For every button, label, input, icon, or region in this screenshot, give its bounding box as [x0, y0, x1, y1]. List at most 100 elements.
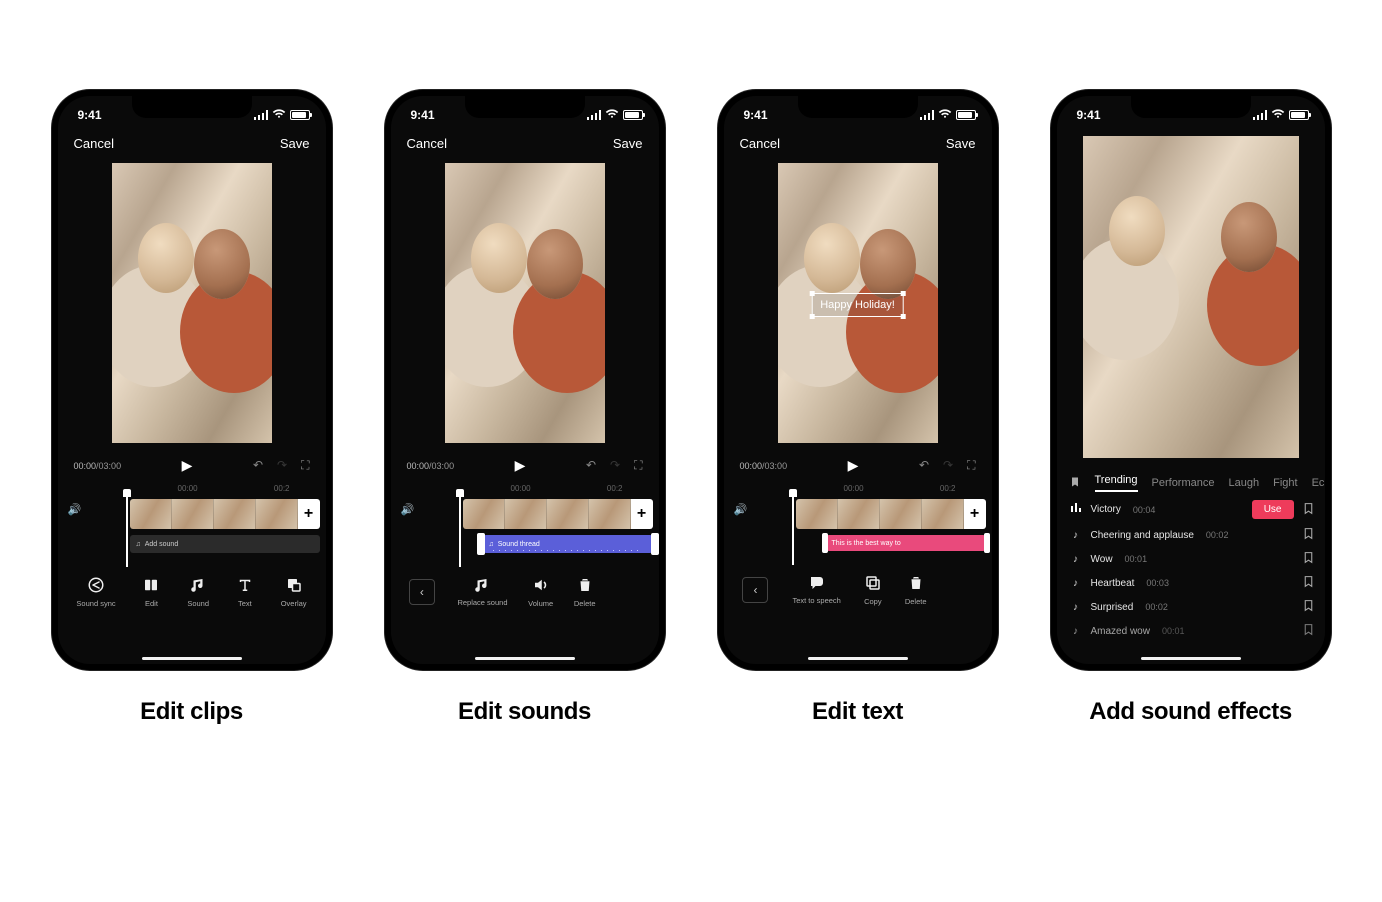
trash-icon	[575, 575, 595, 595]
redo-button[interactable]: ↷	[610, 458, 620, 473]
tool-sound[interactable]: Sound	[187, 575, 209, 608]
bookmark-filter-icon[interactable]	[1069, 476, 1081, 491]
tool-overlay[interactable]: Overlay	[281, 575, 307, 608]
bookmark-icon[interactable]	[1302, 502, 1315, 518]
clip-thumb[interactable]	[922, 499, 964, 529]
volume-icon[interactable]: 🔊	[68, 503, 82, 516]
back-button[interactable]: ‹	[742, 577, 768, 603]
tool-label: Sound sync	[76, 599, 115, 608]
tab-fight[interactable]: Fight	[1273, 477, 1297, 489]
playhead[interactable]	[126, 493, 128, 567]
tab-performance[interactable]: Performance	[1152, 477, 1215, 489]
playhead[interactable]	[792, 493, 794, 565]
clip-thumb[interactable]	[547, 499, 589, 529]
trim-handle-right[interactable]	[984, 533, 990, 553]
resize-handle[interactable]	[901, 314, 906, 319]
playhead[interactable]	[459, 493, 461, 567]
save-button[interactable]: Save	[613, 136, 643, 151]
resize-handle[interactable]	[809, 314, 814, 319]
add-sound-track[interactable]: ♫ Add sound	[130, 535, 320, 553]
clip-thumb[interactable]	[130, 499, 172, 529]
video-preview-area: Happy Holiday!	[724, 159, 992, 451]
timeline[interactable]: 🔊 + This is the best way to	[724, 495, 992, 557]
clip-strip[interactable]: +	[463, 499, 653, 529]
video-preview-area	[58, 159, 326, 451]
clip-strip[interactable]: +	[796, 499, 986, 529]
bookmark-icon[interactable]	[1302, 599, 1315, 615]
trim-handle-right[interactable]	[651, 533, 659, 555]
add-clip-button[interactable]: +	[298, 499, 320, 529]
save-button[interactable]: Save	[946, 136, 976, 151]
video-preview[interactable]	[445, 163, 605, 443]
use-sound-button[interactable]: Use	[1252, 500, 1294, 519]
bookmark-icon[interactable]	[1302, 575, 1315, 591]
cancel-button[interactable]: Cancel	[740, 136, 780, 151]
tool-text-to-speech[interactable]: Text to speech	[792, 573, 840, 606]
sound-item[interactable]: ♪ Surprised 00:02	[1069, 599, 1315, 615]
bookmark-icon[interactable]	[1302, 623, 1315, 639]
video-preview[interactable]	[1083, 136, 1299, 458]
tool-label: Sound	[187, 599, 209, 608]
sound-item[interactable]: ♪ Amazed wow 00:01	[1069, 623, 1315, 639]
sound-item[interactable]: ♪ Cheering and applause 00:02	[1069, 527, 1315, 543]
trim-handle-left[interactable]	[477, 533, 485, 555]
volume-icon[interactable]: 🔊	[401, 503, 415, 516]
clip-thumb[interactable]	[589, 499, 631, 529]
clip-thumb[interactable]	[838, 499, 880, 529]
video-preview[interactable]: Happy Holiday!	[778, 163, 938, 443]
bookmark-icon[interactable]	[1302, 527, 1315, 543]
sound-item[interactable]: ♪ Heartbeat 00:03	[1069, 575, 1315, 591]
tool-sound-sync[interactable]: Sound sync	[76, 575, 115, 608]
redo-button[interactable]: ↷	[277, 458, 287, 473]
tool-text[interactable]: Text	[235, 575, 255, 608]
fullscreen-button[interactable]: ⛶	[301, 458, 309, 473]
fullscreen-button[interactable]: ⛶	[967, 458, 975, 473]
timeline[interactable]: 🔊 + ♫ Sound thread	[391, 495, 659, 559]
text-overlay[interactable]: Happy Holiday!	[811, 293, 904, 317]
play-button[interactable]: ▶	[515, 457, 526, 474]
clip-thumb[interactable]	[214, 499, 256, 529]
play-button[interactable]: ▶	[182, 457, 193, 474]
sound-track-selected[interactable]: ♫ Sound thread	[483, 535, 653, 553]
undo-button[interactable]: ↶	[586, 458, 596, 473]
add-clip-button[interactable]: +	[631, 499, 653, 529]
tab-laugh[interactable]: Laugh	[1229, 477, 1260, 489]
save-button[interactable]: Save	[280, 136, 310, 151]
tool-replace-sound[interactable]: Replace sound	[457, 575, 507, 608]
redo-button[interactable]: ↷	[943, 458, 953, 473]
undo-button[interactable]: ↶	[253, 458, 263, 473]
cancel-button[interactable]: Cancel	[407, 136, 447, 151]
tool-copy[interactable]: Copy	[863, 573, 883, 606]
undo-button[interactable]: ↶	[919, 458, 929, 473]
video-preview[interactable]	[112, 163, 272, 443]
sound-item[interactable]: ♪ Wow 00:01	[1069, 551, 1315, 567]
clip-thumb[interactable]	[880, 499, 922, 529]
tab-trending[interactable]: Trending	[1095, 474, 1138, 492]
play-button[interactable]: ▶	[848, 457, 859, 474]
clip-thumb[interactable]	[505, 499, 547, 529]
volume-icon[interactable]: 🔊	[734, 503, 748, 516]
fullscreen-button[interactable]: ⛶	[634, 458, 642, 473]
tab-more[interactable]: Ec	[1312, 477, 1325, 489]
clip-thumb[interactable]	[463, 499, 505, 529]
text-track-selected[interactable]: This is the best way to	[826, 535, 986, 551]
bookmark-icon[interactable]	[1302, 551, 1315, 567]
time-current: 00:00	[407, 461, 430, 471]
timeline[interactable]: 🔊 + ♫ Add sound	[58, 495, 326, 559]
back-button[interactable]: ‹	[409, 579, 435, 605]
tool-delete[interactable]: Delete	[574, 575, 596, 608]
clip-strip[interactable]: +	[130, 499, 320, 529]
sound-item[interactable]: Victory 00:04 Use	[1069, 500, 1315, 519]
resize-handle[interactable]	[901, 291, 906, 296]
resize-handle[interactable]	[809, 291, 814, 296]
tool-volume[interactable]: Volume	[528, 575, 553, 608]
tool-edit[interactable]: Edit	[141, 575, 161, 608]
cancel-button[interactable]: Cancel	[74, 136, 114, 151]
clip-thumb[interactable]	[796, 499, 838, 529]
trim-handle-left[interactable]	[822, 533, 828, 553]
tool-delete[interactable]: Delete	[905, 573, 927, 606]
clip-thumb[interactable]	[256, 499, 298, 529]
clip-thumb[interactable]	[172, 499, 214, 529]
trash-icon	[906, 573, 926, 593]
add-clip-button[interactable]: +	[964, 499, 986, 529]
